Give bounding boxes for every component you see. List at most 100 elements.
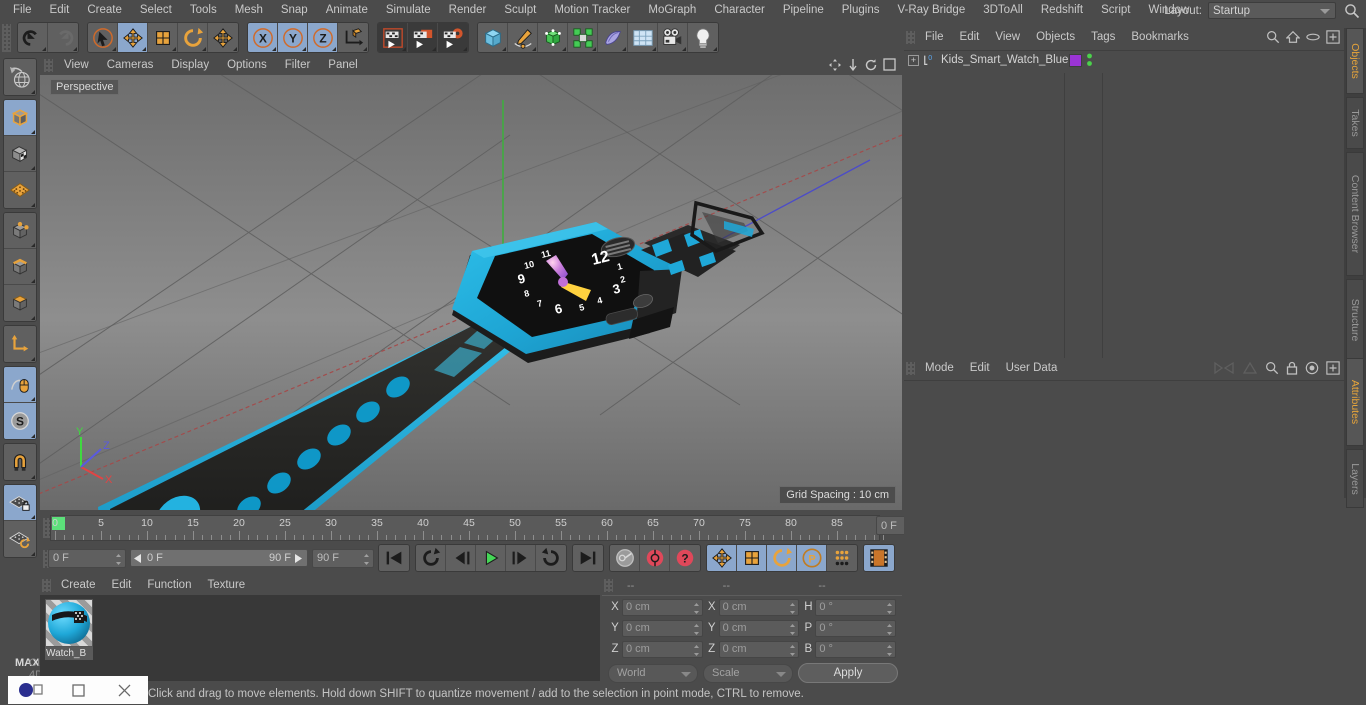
visibility-dots-icon[interactable] [1086, 53, 1093, 67]
attribute-grip[interactable] [906, 361, 915, 375]
transport-step-back-button[interactable] [446, 545, 476, 571]
transport-go-to-end-button[interactable] [573, 545, 603, 571]
spinner-icon[interactable] [693, 623, 700, 636]
menu-simulate[interactable]: Simulate [377, 0, 440, 20]
vertical-tab-attributes[interactable]: Attributes [1346, 358, 1364, 446]
transport-play-forward-button[interactable] [536, 545, 566, 571]
size-x-input[interactable]: 0 cm [718, 598, 800, 616]
viewport-menu-view[interactable]: View [55, 55, 98, 75]
menu-mesh[interactable]: Mesh [226, 0, 272, 20]
toolbar-world-object-axis-button[interactable] [338, 23, 368, 52]
search-icon[interactable] [1344, 3, 1360, 19]
spinner-icon[interactable] [789, 644, 796, 657]
menu-script[interactable]: Script [1092, 0, 1139, 20]
spinner-icon[interactable] [789, 602, 796, 615]
frame-range-bar[interactable]: 0 F 90 F [130, 549, 308, 567]
position-z-input[interactable]: 0 cm [622, 640, 703, 658]
toolbar-select-cursor-button[interactable] [88, 23, 118, 52]
menu-animate[interactable]: Animate [317, 0, 377, 20]
material-item[interactable]: Watch_B [45, 599, 93, 661]
expand-toggle-icon[interactable]: + [908, 54, 919, 66]
transport-loop-button[interactable] [416, 545, 446, 571]
spinner-icon[interactable] [363, 553, 370, 566]
menu-tools[interactable]: Tools [181, 0, 226, 20]
transport-keyframe-help-button[interactable]: ? [670, 545, 700, 571]
toolbar-render-settings-button[interactable] [438, 23, 468, 52]
pan-icon[interactable] [828, 58, 842, 72]
toolbar-spline-pen-button[interactable] [508, 23, 538, 52]
plus-box-icon[interactable] [1326, 361, 1340, 375]
range-left-icon[interactable] [134, 553, 143, 563]
attribute-menu-user-data[interactable]: User Data [998, 358, 1066, 378]
position-y-input[interactable]: 0 cm [622, 619, 703, 637]
toolbar-render-view-button[interactable] [378, 23, 408, 52]
material-swatch-area[interactable]: Watch_B [40, 595, 600, 681]
coordinates-grip[interactable] [604, 579, 613, 592]
maximize-view-icon[interactable] [883, 58, 896, 71]
vertical-tab-takes[interactable]: Takes [1346, 97, 1364, 150]
viewport-menu-filter[interactable]: Filter [276, 55, 320, 75]
menu-create[interactable]: Create [78, 0, 131, 20]
material-grip[interactable] [42, 579, 51, 592]
left-points-mode-button[interactable] [4, 213, 36, 249]
dolly-icon[interactable] [847, 58, 859, 72]
transport-play-button[interactable] [476, 545, 506, 571]
left-edges-mode-button[interactable] [4, 249, 36, 285]
apply-button[interactable]: Apply [798, 663, 898, 683]
left-workplane-button[interactable] [4, 172, 36, 208]
toolbar-move-alt-button[interactable] [208, 23, 238, 52]
toolbar-scale-button[interactable] [148, 23, 178, 52]
menu-select[interactable]: Select [131, 0, 181, 20]
coordinate-system-dropdown[interactable]: World [608, 663, 698, 683]
left-polygons-mode-button[interactable] [4, 285, 36, 321]
vertical-tab-objects[interactable]: Objects [1346, 28, 1364, 95]
spinner-icon[interactable] [693, 602, 700, 615]
transport-go-to-start-button[interactable] [379, 545, 409, 571]
transform-mode-dropdown[interactable]: Scale [703, 663, 793, 683]
left-texture-mode-button[interactable] [4, 136, 36, 172]
spinner-icon[interactable] [886, 623, 893, 636]
viewport-menu-cameras[interactable]: Cameras [98, 55, 163, 75]
toolbar-render-region-button[interactable] [408, 23, 438, 52]
transport-key-dots-button[interactable] [827, 545, 857, 571]
rotation-p-input[interactable]: 0 ° [815, 619, 897, 637]
home-icon[interactable] [1286, 30, 1300, 44]
object-menu-bookmarks[interactable]: Bookmarks [1123, 28, 1197, 47]
viewport-menu-panel[interactable]: Panel [319, 55, 366, 75]
attribute-content[interactable] [904, 380, 1344, 680]
menu-sculpt[interactable]: Sculpt [495, 0, 545, 20]
left-model-mode-button[interactable] [4, 100, 36, 136]
menu-character[interactable]: Character [705, 0, 774, 20]
spinner-icon[interactable] [693, 644, 700, 657]
toolbar-undo-button[interactable] [18, 23, 48, 52]
transport-key-position-button[interactable] [707, 545, 737, 571]
object-menu-file[interactable]: File [917, 28, 952, 47]
spinner-icon[interactable] [115, 553, 122, 566]
material-menu-texture[interactable]: Texture [199, 576, 253, 595]
transport-timeline-toggle-button[interactable] [864, 545, 894, 571]
search-icon[interactable] [1266, 30, 1280, 44]
menu-mograph[interactable]: MoGraph [639, 0, 705, 20]
menu-plugins[interactable]: Plugins [833, 0, 889, 20]
viewport-menu-display[interactable]: Display [162, 55, 218, 75]
left-viewport-solo-mouse-button[interactable] [4, 367, 36, 403]
transport-step-forward-button[interactable] [506, 545, 536, 571]
left-workplane-lock-button[interactable] [4, 485, 36, 521]
search-icon[interactable] [1265, 361, 1279, 375]
layout-dropdown[interactable]: Startup [1208, 2, 1336, 19]
rotation-b-input[interactable]: 0 ° [815, 640, 897, 658]
toolbar-axis-x-button[interactable]: X [248, 23, 278, 52]
toolbar-light-button[interactable] [688, 23, 718, 52]
current-frame-field[interactable]: 0 F [48, 548, 126, 568]
object-menu-view[interactable]: View [987, 28, 1028, 47]
lock-icon[interactable] [1286, 361, 1298, 375]
range-right-icon[interactable] [295, 553, 304, 563]
left-magnet-button[interactable] [4, 444, 36, 480]
toolbar-move-button[interactable] [118, 23, 148, 52]
spinner-icon[interactable] [789, 623, 796, 636]
menu-redshift[interactable]: Redshift [1032, 0, 1092, 20]
toolbar-scene-floor-button[interactable] [628, 23, 658, 52]
toolbar-generator-button[interactable] [538, 23, 568, 52]
target-icon[interactable] [1305, 361, 1319, 375]
toolbar-camera-button[interactable] [658, 23, 688, 52]
